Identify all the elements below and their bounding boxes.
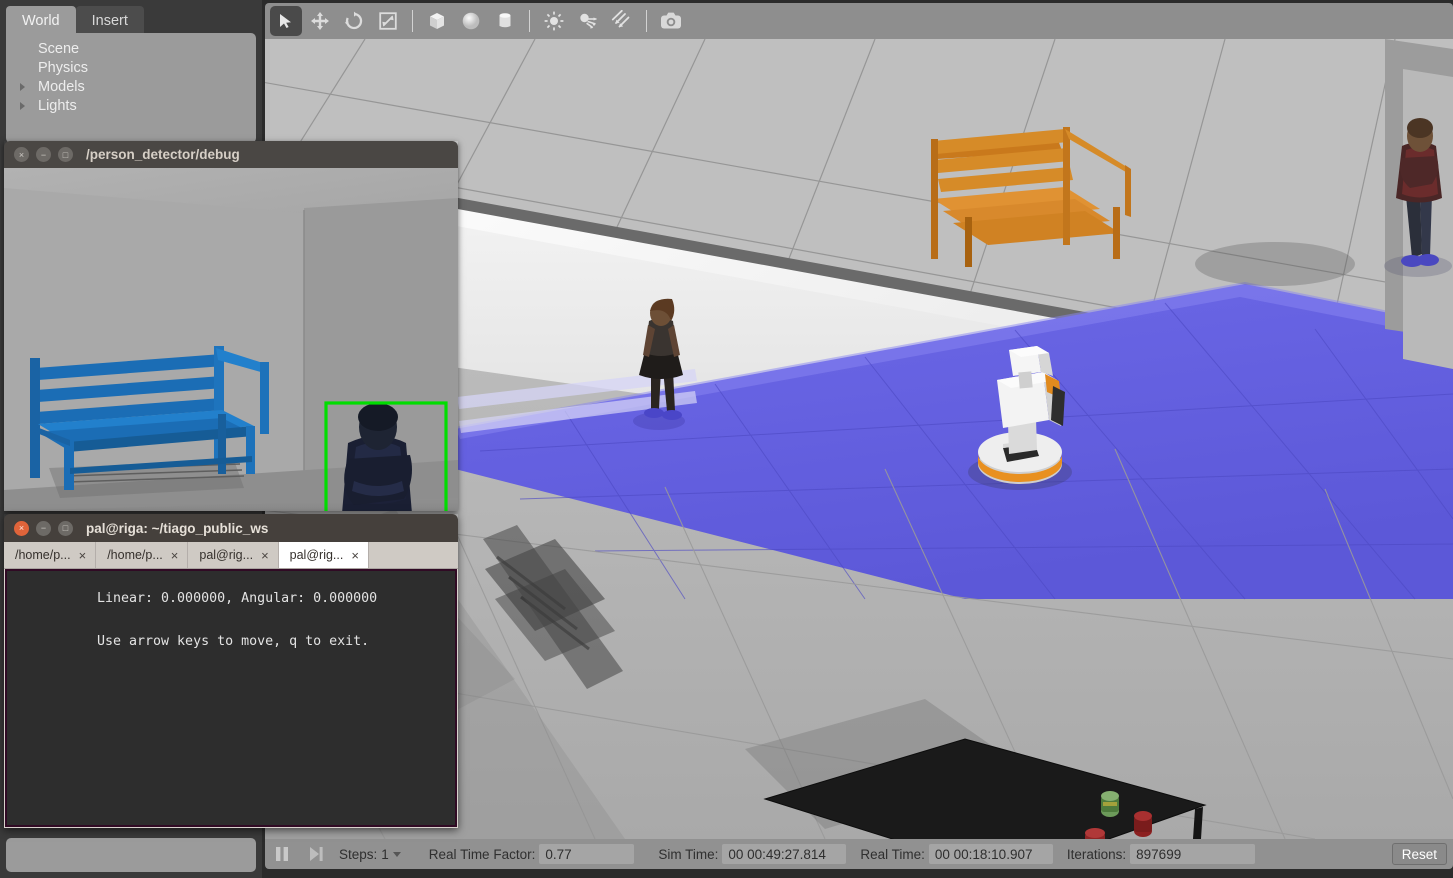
gazebo-application-window: World Insert Scene Physics Models Lights — [0, 0, 1453, 878]
debug-camera-image[interactable] — [4, 168, 458, 511]
debug-image-render — [4, 168, 458, 511]
iterations-label: Iterations: — [1061, 847, 1130, 862]
scene-toolbar — [265, 3, 1453, 39]
reset-button-label: Reset — [1402, 847, 1437, 862]
debug-window-title: /person_detector/debug — [86, 147, 240, 162]
maximize-icon[interactable]: □ — [58, 521, 73, 536]
minimize-icon[interactable]: − — [36, 147, 51, 162]
terminal-window: × − □ pal@riga: ~/tiago_public_ws /home/… — [4, 514, 458, 828]
tab-insert[interactable]: Insert — [76, 6, 144, 35]
insert-directional-light-tool[interactable] — [606, 6, 638, 36]
tab-world[interactable]: World — [6, 6, 76, 35]
real-time-factor-value: 0.77 — [539, 844, 634, 864]
close-icon[interactable]: × — [14, 147, 29, 162]
left-panel-footer — [6, 838, 256, 872]
debug-window-titlebar[interactable]: × − □ /person_detector/debug — [4, 141, 458, 168]
real-time-factor-label: Real Time Factor: — [423, 847, 540, 862]
close-icon[interactable]: × — [171, 548, 179, 563]
insert-box-tool[interactable] — [421, 6, 453, 36]
close-icon[interactable]: × — [351, 548, 359, 563]
sim-time-value: 00 00:49:27.814 — [722, 844, 846, 864]
tree-item-scene-label: Scene — [38, 41, 79, 57]
screenshot-tool[interactable] — [655, 6, 687, 36]
rotate-mode-tool[interactable] — [338, 6, 370, 36]
toolbar-divider — [412, 10, 413, 32]
chevron-down-icon[interactable] — [393, 852, 401, 857]
steps-label: Steps: — [333, 847, 381, 862]
tree-item-lights-label: Lights — [38, 98, 77, 114]
translate-mode-tool[interactable] — [304, 6, 336, 36]
insert-point-light-tool[interactable] — [538, 6, 570, 36]
terminal-blank-line — [7, 606, 455, 634]
simulation-status-bar: Steps: 1 Real Time Factor: 0.77 Sim Time… — [265, 839, 1453, 869]
terminal-tab-1[interactable]: /home/p... × — [4, 542, 96, 568]
scale-mode-tool[interactable] — [372, 6, 404, 36]
tree-item-models[interactable]: Models — [6, 77, 256, 96]
step-forward-icon[interactable] — [299, 839, 333, 869]
insert-spot-light-tool[interactable] — [572, 6, 604, 36]
select-mode-tool[interactable] — [270, 6, 302, 36]
expand-arrow-icon[interactable] — [20, 102, 38, 110]
terminal-tab-1-label: /home/p... — [15, 548, 71, 562]
tree-item-scene[interactable]: Scene — [6, 39, 256, 58]
red-can-left — [1085, 828, 1105, 839]
terminal-tab-4[interactable]: pal@rig... × — [279, 542, 369, 568]
red-can-right — [1134, 811, 1152, 837]
expand-arrow-icon[interactable] — [20, 83, 38, 91]
toolbar-divider — [646, 10, 647, 32]
close-icon[interactable]: × — [14, 521, 29, 536]
terminal-tab-3-label: pal@rig... — [199, 548, 253, 562]
steps-value[interactable]: 1 — [381, 847, 389, 862]
tree-item-lights[interactable]: Lights — [6, 96, 256, 115]
terminal-tabstrip: /home/p... × /home/p... × pal@rig... × p… — [4, 542, 458, 569]
insert-cylinder-tool[interactable] — [489, 6, 521, 36]
close-icon[interactable]: × — [261, 548, 269, 563]
sim-time-label: Sim Time: — [652, 847, 722, 862]
terminal-line-hint: Use arrow keys to move, q to exit. — [7, 634, 455, 649]
tree-item-physics[interactable]: Physics — [6, 58, 256, 77]
terminal-titlebar[interactable]: × − □ pal@riga: ~/tiago_public_ws — [4, 514, 458, 542]
pause-icon[interactable] — [265, 839, 299, 869]
terminal-title: pal@riga: ~/tiago_public_ws — [86, 521, 268, 536]
real-time-value: 00 00:18:10.907 — [929, 844, 1053, 864]
terminal-tab-2-label: /home/p... — [107, 548, 163, 562]
minimize-icon[interactable]: − — [36, 521, 51, 536]
world-tree: Scene Physics Models Lights — [6, 33, 256, 143]
reset-button[interactable]: Reset — [1392, 843, 1447, 865]
green-can — [1101, 791, 1119, 817]
tree-item-physics-label: Physics — [38, 60, 88, 76]
terminal-line-velocity: Linear: 0.000000, Angular: 0.000000 — [7, 591, 455, 606]
tab-insert-label: Insert — [92, 13, 128, 29]
tab-world-label: World — [22, 13, 60, 29]
insert-sphere-tool[interactable] — [455, 6, 487, 36]
terminal-tab-3[interactable]: pal@rig... × — [188, 542, 278, 568]
terminal-tab-4-label: pal@rig... — [290, 548, 344, 562]
iterations-value: 897699 — [1130, 844, 1255, 864]
world-insert-tabbar: World Insert — [6, 6, 144, 35]
terminal-body[interactable]: Linear: 0.000000, Angular: 0.000000 Use … — [4, 569, 458, 828]
terminal-tab-2[interactable]: /home/p... × — [96, 542, 188, 568]
maximize-icon[interactable]: □ — [58, 147, 73, 162]
person-detector-debug-window: × − □ /person_detector/debug — [4, 141, 458, 511]
toolbar-divider — [529, 10, 530, 32]
terminal-output[interactable]: Linear: 0.000000, Angular: 0.000000 Use … — [7, 571, 455, 825]
tree-item-models-label: Models — [38, 79, 85, 95]
close-icon[interactable]: × — [79, 548, 87, 563]
real-time-label: Real Time: — [854, 847, 929, 862]
